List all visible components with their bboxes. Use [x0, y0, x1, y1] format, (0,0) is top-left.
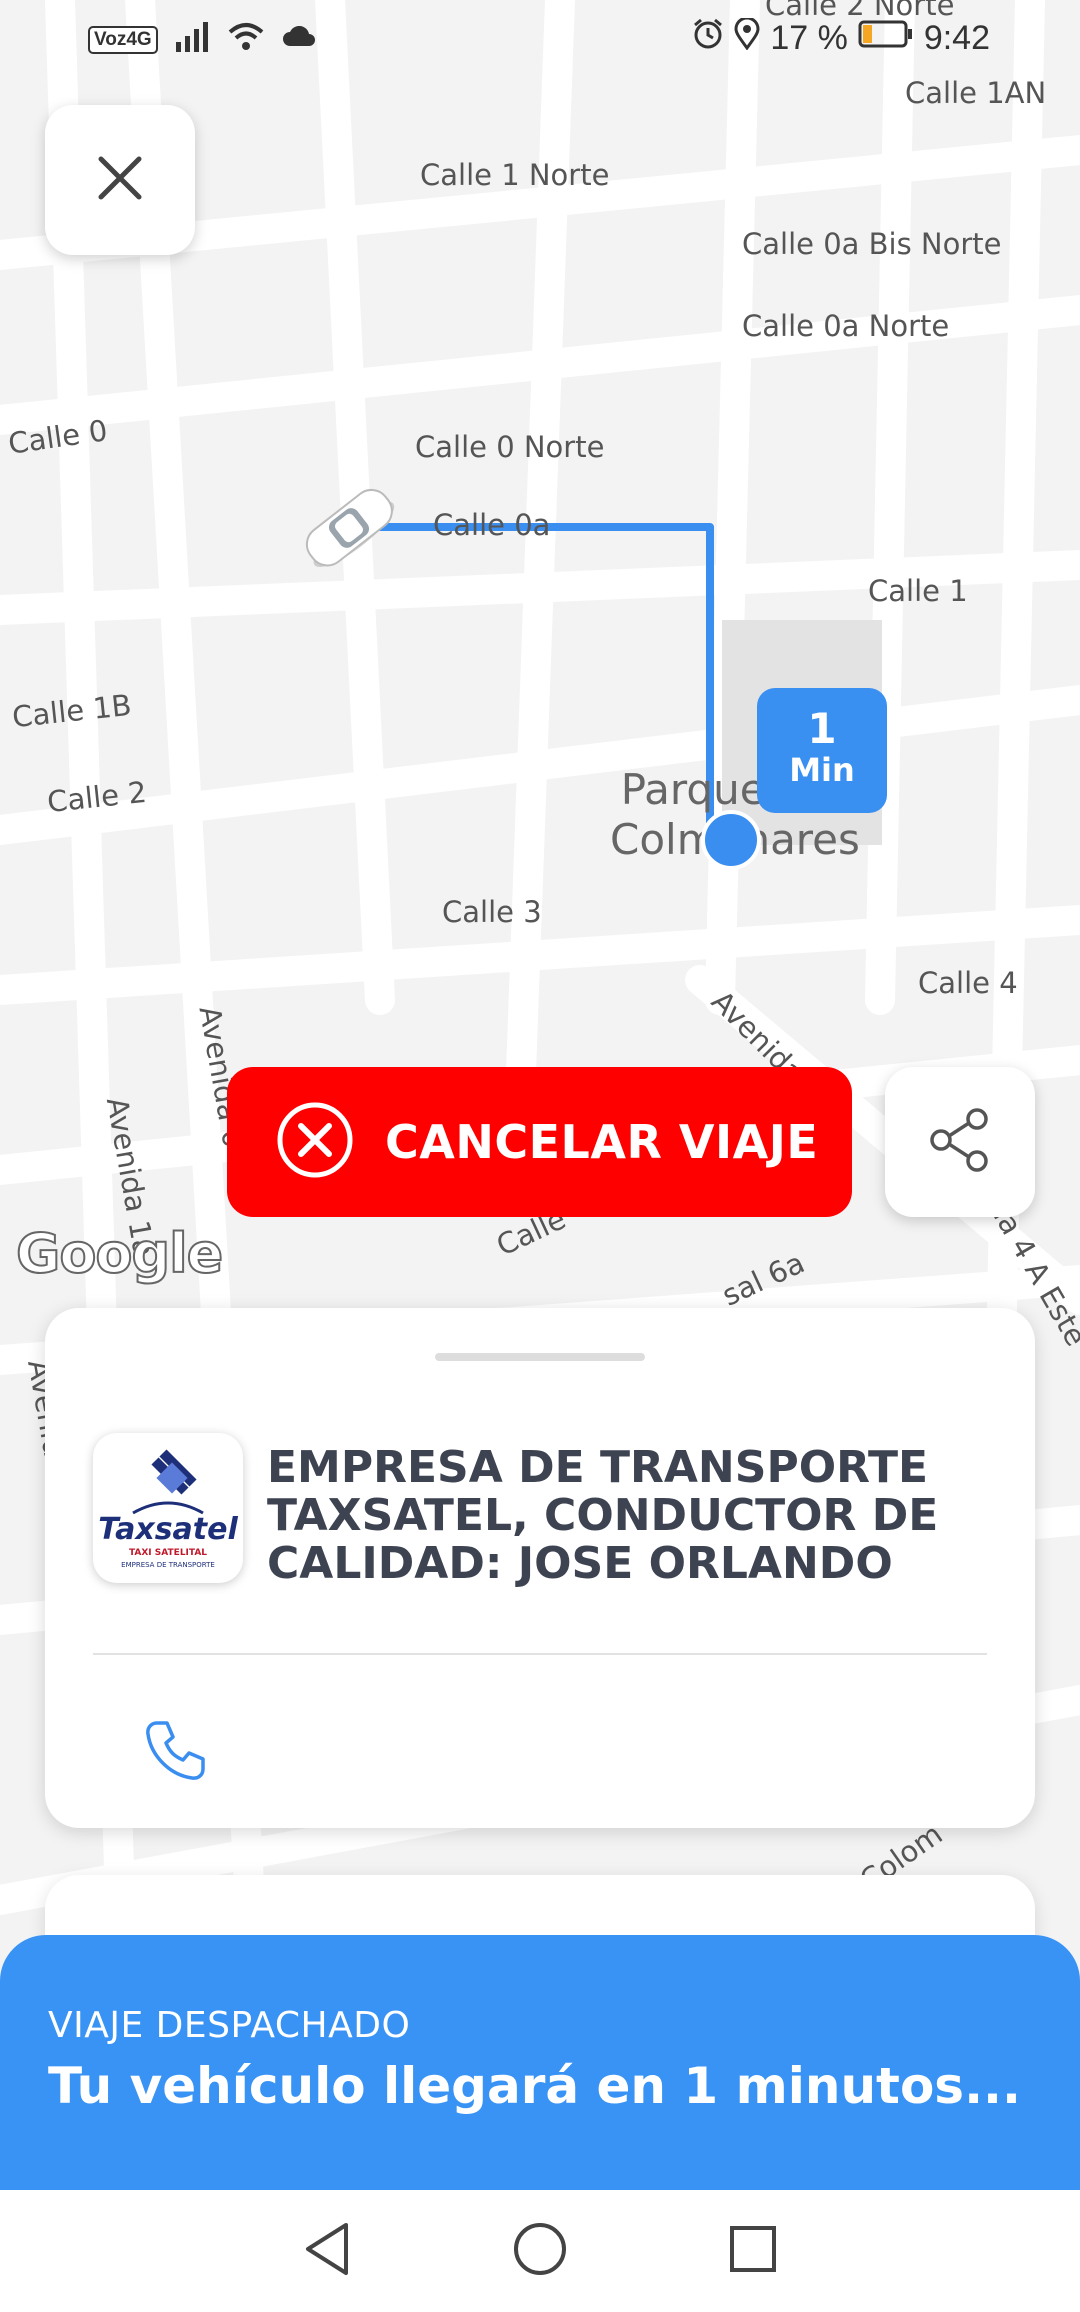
- system-nav-bar: [0, 2190, 1080, 2312]
- street-label: Calle 1AN: [905, 76, 1047, 110]
- svg-text:Taxsatel: Taxsatel: [98, 1512, 238, 1547]
- wifi-icon: [228, 22, 264, 57]
- street-label: Calle 4: [918, 966, 1018, 1000]
- eta-unit: Min: [789, 751, 855, 789]
- battery-level: 17 %: [770, 19, 848, 57]
- drag-handle[interactable]: [435, 1353, 645, 1361]
- share-button[interactable]: [885, 1067, 1035, 1217]
- street-label: Calle 0a Norte: [742, 309, 950, 343]
- close-icon: [97, 155, 143, 206]
- eta-marker: 1 Min: [757, 688, 887, 813]
- trip-status-banner: VIAJE DESPACHADO Tu vehículo llegará en …: [0, 1935, 1080, 2190]
- recents-square-icon[interactable]: [728, 2224, 778, 2279]
- share-icon: [927, 1107, 993, 1178]
- battery-icon: [858, 19, 914, 58]
- alarm-icon: [692, 18, 724, 59]
- user-location-dot: [701, 810, 761, 870]
- location-icon: [734, 16, 760, 59]
- car-icon: [292, 478, 407, 578]
- clock: 9:42: [923, 19, 990, 57]
- street-label: Calle 1: [868, 574, 968, 608]
- cancel-circle-icon: [275, 1100, 355, 1185]
- google-attribution: Google: [15, 1221, 224, 1286]
- signal-icon: [175, 22, 210, 57]
- svg-text:TAXI SATELITAL: TAXI SATELITAL: [129, 1548, 207, 1558]
- cancel-trip-label: CANCELAR VIAJE: [385, 1115, 819, 1169]
- back-triangle-icon[interactable]: [302, 2221, 352, 2282]
- trip-status: VIAJE DESPACHADO: [48, 2005, 411, 2046]
- trip-message: Tu vehículo llegará en 1 minutos...: [48, 2057, 1022, 2115]
- svg-text:EMPRESA DE TRANSPORTE: EMPRESA DE TRANSPORTE: [121, 1561, 215, 1569]
- divider: [93, 1653, 987, 1655]
- driver-card: Taxsatel TAXI SATELITAL EMPRESA DE TRANS…: [45, 1308, 1035, 1828]
- network-badge: Voz4G: [88, 25, 158, 54]
- status-bar: Voz4G 17 % 9:42: [0, 0, 1080, 80]
- street-label: Calle 0a Bis Norte: [742, 227, 1002, 261]
- close-button[interactable]: [45, 105, 195, 255]
- street-label: Calle 0 Norte: [415, 430, 605, 464]
- cancel-trip-button[interactable]: CANCELAR VIAJE: [227, 1067, 852, 1217]
- company-logo: Taxsatel TAXI SATELITAL EMPRESA DE TRANS…: [93, 1433, 243, 1583]
- call-button[interactable]: [130, 1708, 220, 1798]
- cloud-icon: [282, 25, 316, 53]
- street-label: Calle 1 Norte: [420, 158, 610, 192]
- eta-value: 1: [807, 704, 837, 753]
- home-circle-icon[interactable]: [512, 2221, 568, 2282]
- phone-icon: [143, 1719, 207, 1788]
- street-label: Calle 3: [442, 895, 542, 929]
- company-driver-text: EMPRESA DE TRANSPORTE TAXSATEL, CONDUCTO…: [267, 1442, 939, 1589]
- street-label: Calle 0a: [433, 508, 551, 542]
